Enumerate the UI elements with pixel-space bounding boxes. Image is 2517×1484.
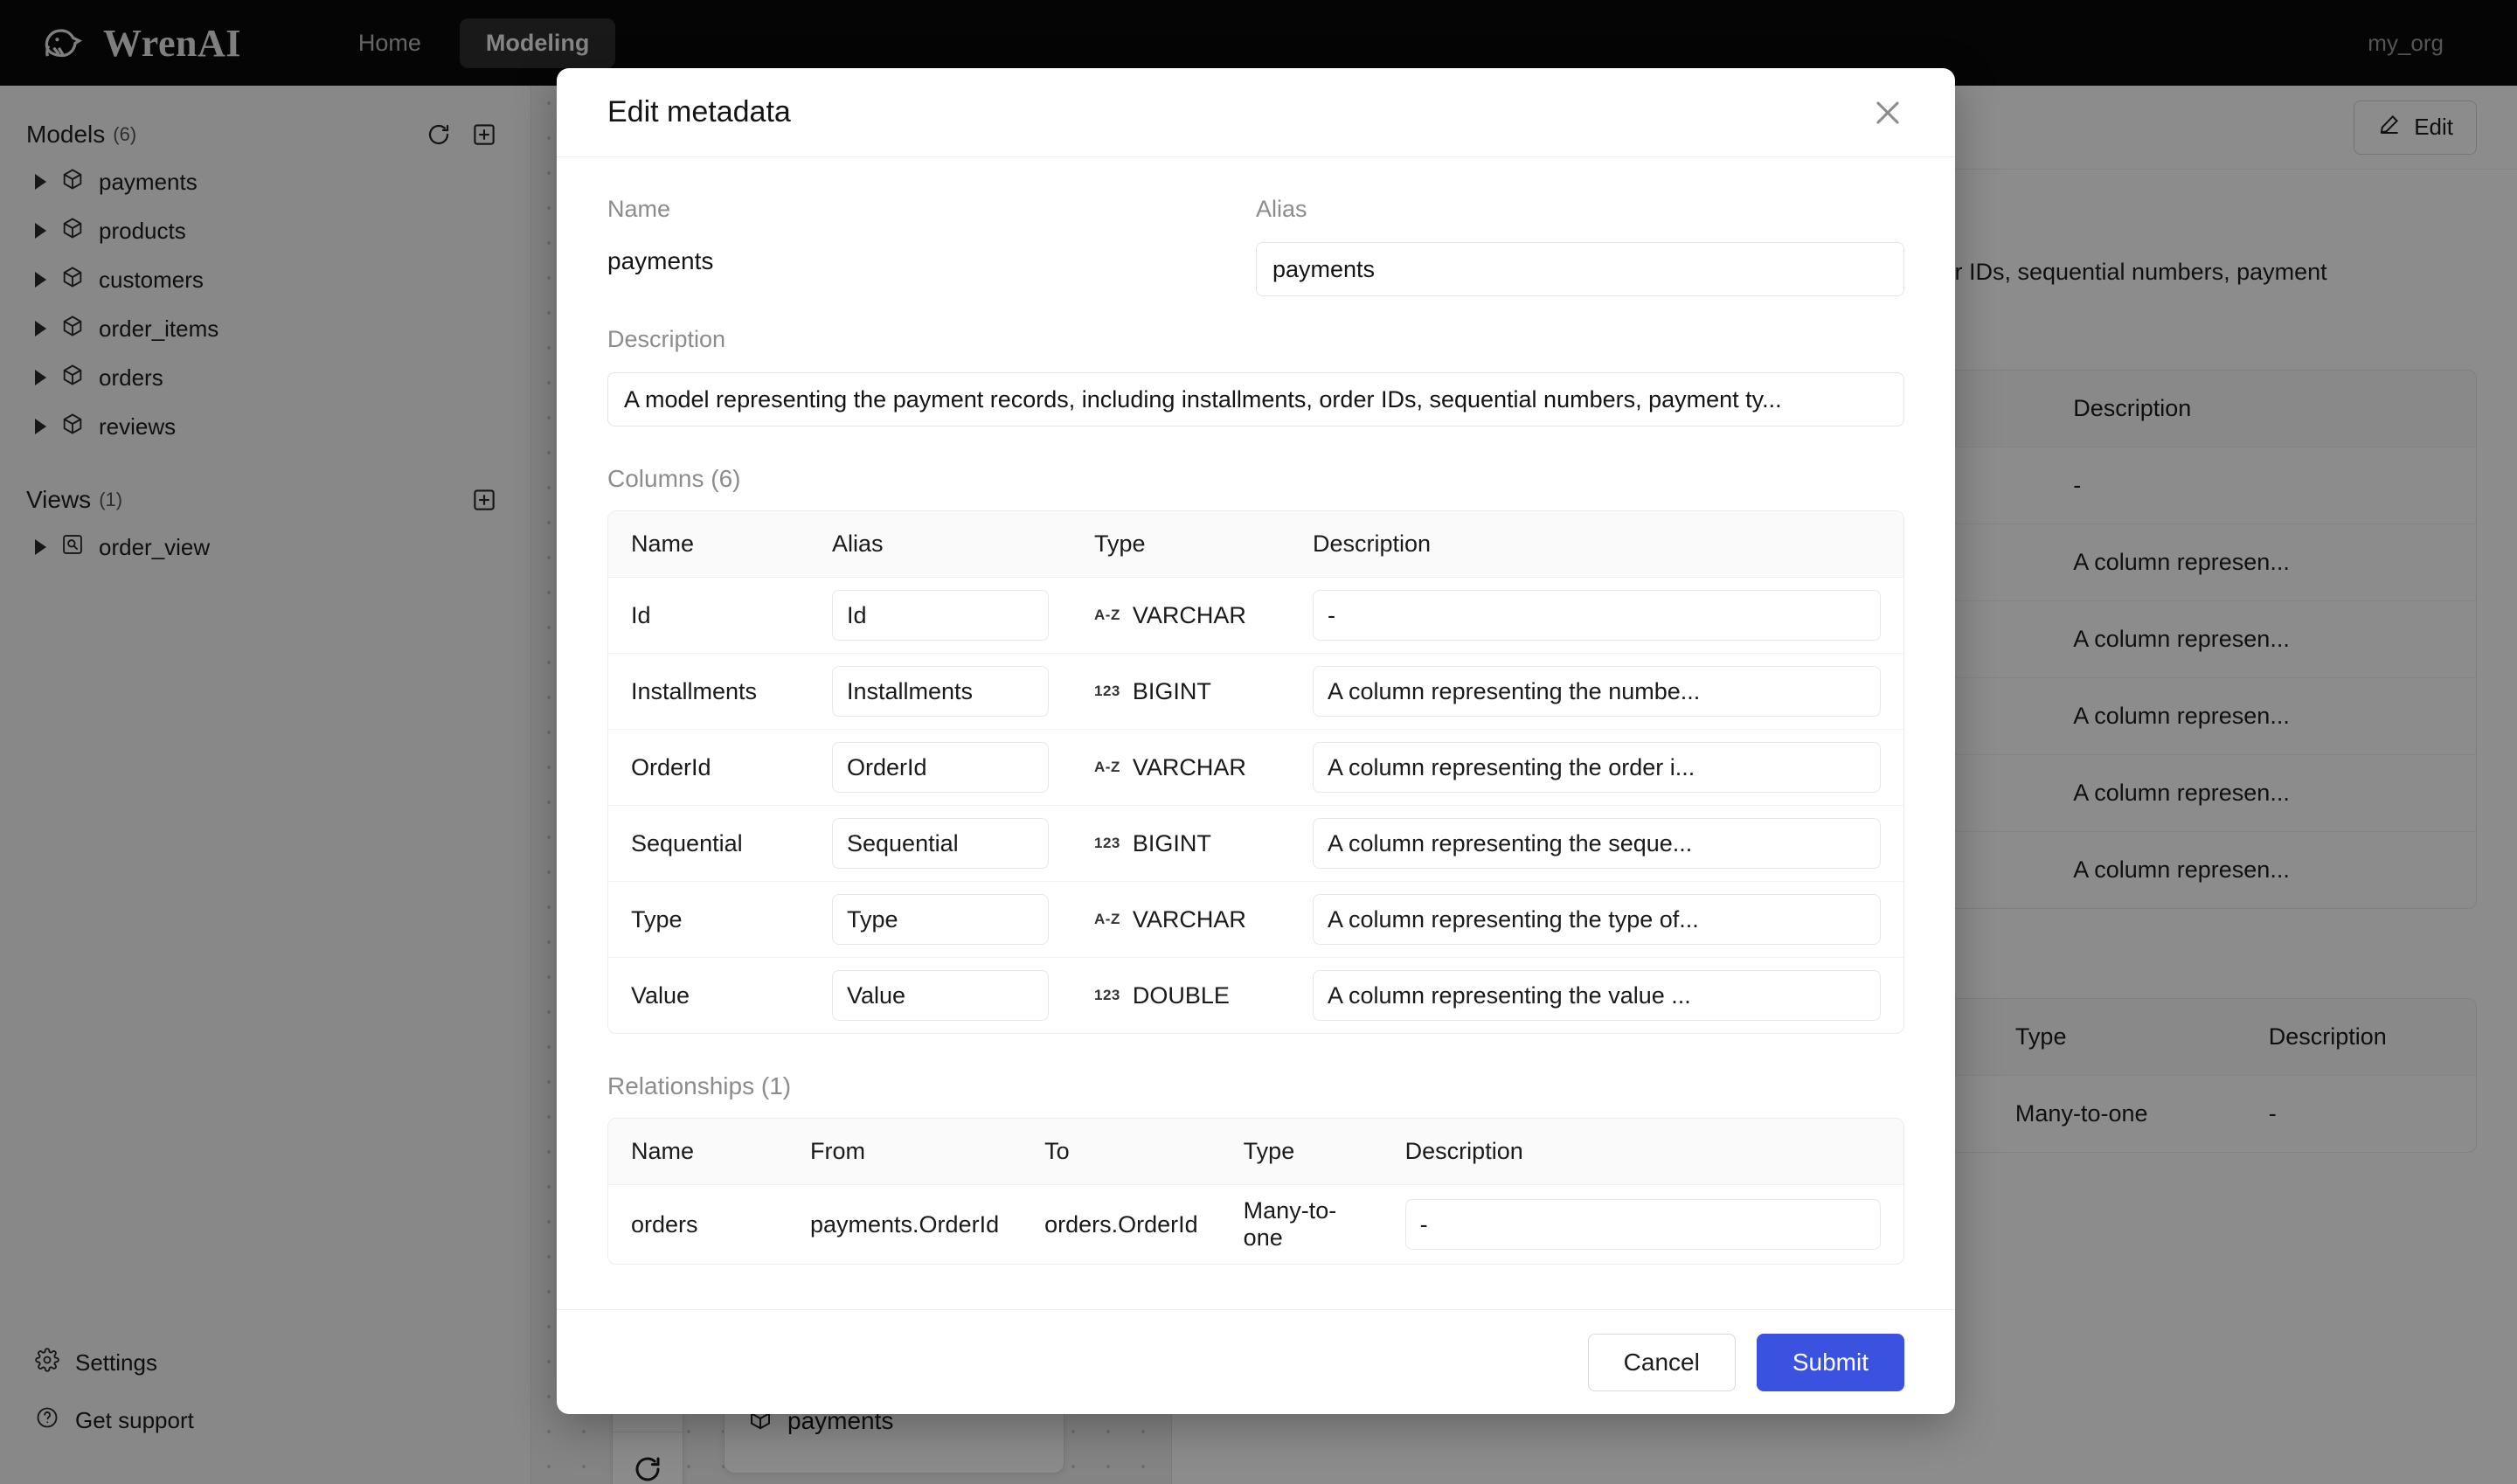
column-description-input[interactable] xyxy=(1313,970,1881,1021)
relationships-table: Name From To Type Description orders pay… xyxy=(607,1118,1904,1265)
modal-header: Edit metadata xyxy=(557,68,1955,157)
cell-type: BIGINT xyxy=(1132,829,1211,856)
rel-header-name: Name xyxy=(608,1119,787,1185)
cancel-button[interactable]: Cancel xyxy=(1587,1333,1736,1391)
cell-name: orders xyxy=(631,1210,698,1238)
column-description-input[interactable] xyxy=(1313,818,1881,869)
column-alias-input[interactable] xyxy=(832,590,1049,641)
column-alias-input[interactable] xyxy=(832,818,1049,869)
type-az-icon: A-Z xyxy=(1094,759,1120,775)
column-alias-input[interactable] xyxy=(832,742,1049,793)
table-row: OrderId A-Z VARCHAR xyxy=(608,730,1903,806)
columns-table: Name Alias Type Description Id A-Z VARCH… xyxy=(607,510,1904,1034)
col-header-name: Name xyxy=(608,511,809,578)
cell-type: VARCHAR xyxy=(1132,753,1246,780)
cell-to: orders.OrderId xyxy=(1044,1210,1198,1238)
name-alias-row: Name payments Alias xyxy=(607,196,1904,296)
table-row: Value 123 DOUBLE xyxy=(608,958,1903,1033)
cell-type: Many-to-one xyxy=(1243,1197,1337,1251)
app-root: WrenAI Home Modeling my_org Models (6) p… xyxy=(0,0,2517,1484)
column-alias-input[interactable] xyxy=(832,666,1049,717)
cell-name: Installments xyxy=(608,654,809,730)
column-alias-input[interactable] xyxy=(832,894,1049,945)
edit-metadata-modal: Edit metadata Name payments Alias Descri… xyxy=(557,68,1955,1414)
column-description-input[interactable] xyxy=(1313,894,1881,945)
type-az-icon: A-Z xyxy=(1094,911,1120,927)
description-input[interactable] xyxy=(607,372,1904,426)
table-header-row: Name Alias Type Description xyxy=(608,511,1903,578)
column-alias-input[interactable] xyxy=(832,970,1049,1021)
rel-header-description: Description xyxy=(1382,1119,1903,1185)
type-123-icon: 123 xyxy=(1094,835,1120,851)
column-description-input[interactable] xyxy=(1313,666,1881,717)
modal-footer: Cancel Submit xyxy=(557,1309,1955,1414)
column-description-input[interactable] xyxy=(1313,590,1881,641)
modal-body: Name payments Alias Description Columns … xyxy=(557,157,1955,1309)
modal-title: Edit metadata xyxy=(607,95,791,128)
alias-label: Alias xyxy=(1256,196,1307,222)
table-row: Id A-Z VARCHAR xyxy=(608,578,1903,654)
description-field-group: Description xyxy=(607,326,1904,426)
cell-type: VARCHAR xyxy=(1132,905,1246,933)
column-description-input[interactable] xyxy=(1313,742,1881,793)
rel-header-type: Type xyxy=(1220,1119,1383,1185)
col-header-alias: Alias xyxy=(809,511,1071,578)
table-row: Installments 123 BIGINT xyxy=(608,654,1903,730)
cell-type: DOUBLE xyxy=(1132,981,1230,1009)
name-value: payments xyxy=(607,247,714,274)
cell-name: Type xyxy=(608,882,809,958)
cell-name: OrderId xyxy=(608,730,809,806)
table-row: Sequential 123 BIGINT xyxy=(608,806,1903,882)
table-header-row: Name From To Type Description xyxy=(608,1119,1903,1185)
cell-name: Id xyxy=(608,578,809,654)
col-header-description: Description xyxy=(1290,511,1903,578)
close-icon[interactable] xyxy=(1871,96,1904,129)
cell-name: Sequential xyxy=(608,806,809,882)
relationships-section-label: Relationships (1) xyxy=(607,1072,792,1099)
relationship-description-input[interactable] xyxy=(1404,1199,1881,1250)
columns-section-label: Columns (6) xyxy=(607,465,741,492)
alias-input[interactable] xyxy=(1256,242,1904,296)
name-label: Name xyxy=(607,196,671,222)
table-row: orders payments.OrderId orders.OrderId M… xyxy=(608,1185,1903,1264)
cell-from: payments.OrderId xyxy=(810,1210,1000,1238)
type-123-icon: 123 xyxy=(1094,987,1120,1003)
table-row: Type A-Z VARCHAR xyxy=(608,882,1903,958)
submit-button[interactable]: Submit xyxy=(1756,1333,1904,1391)
alias-field-group: Alias xyxy=(1256,196,1904,296)
cell-type: VARCHAR xyxy=(1132,601,1246,628)
type-az-icon: A-Z xyxy=(1094,607,1120,623)
col-header-type: Type xyxy=(1071,511,1290,578)
cell-name: Value xyxy=(631,981,690,1009)
cell-type: BIGINT xyxy=(1132,677,1211,704)
description-label: Description xyxy=(607,326,726,352)
rel-header-from: From xyxy=(787,1119,1023,1185)
name-field-group: Name payments xyxy=(607,196,1256,296)
rel-header-to: To xyxy=(1022,1119,1221,1185)
type-123-icon: 123 xyxy=(1094,683,1120,699)
